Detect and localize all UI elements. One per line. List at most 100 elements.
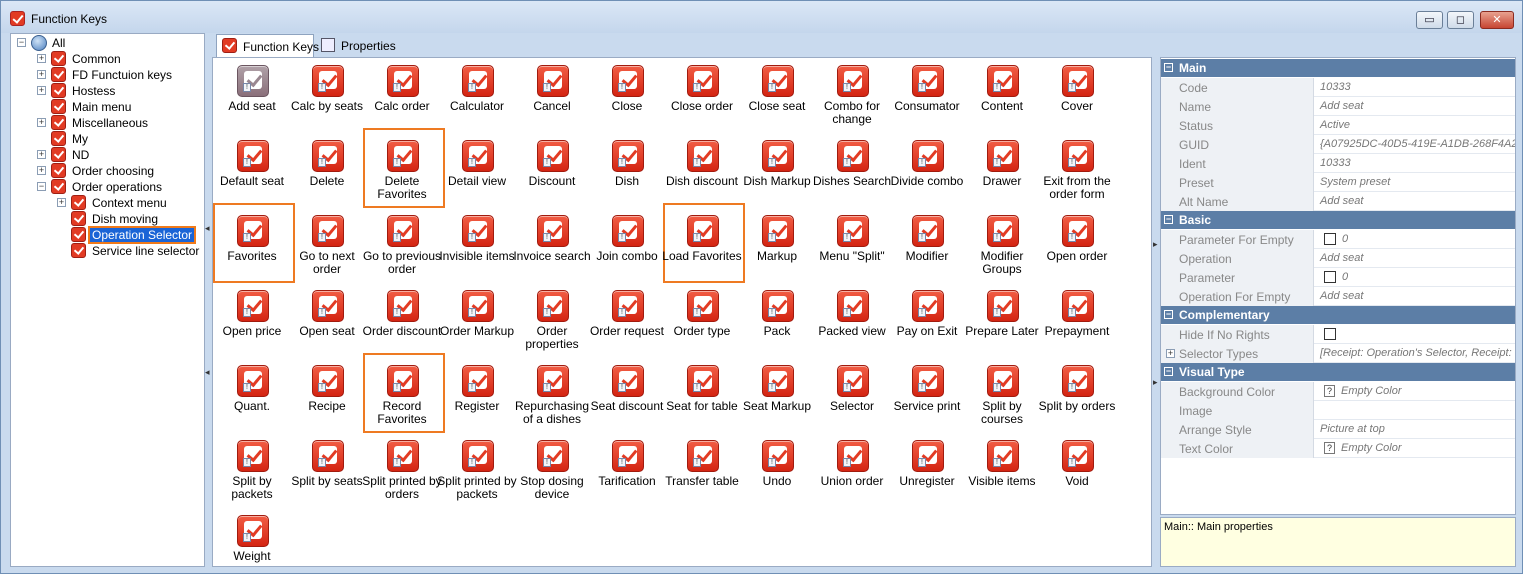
function-key-record-favorites[interactable]: ! Record Favorites [363,353,445,433]
function-key-quant[interactable]: ! Quant. [214,361,290,433]
function-key-dishes-search[interactable]: ! Dishes Search [813,136,891,208]
function-key-tarification[interactable]: ! Tarification [589,436,665,508]
property-grid[interactable]: − Main Code 10333 Name Add seat Status Active GU… [1160,57,1516,515]
function-key-split-by-packets[interactable]: ! Split by packets [214,436,290,508]
expand-icon[interactable]: + [1166,349,1175,358]
function-key-close[interactable]: ! Close [589,61,665,133]
function-key-visible-items[interactable]: ! Visible items [964,436,1040,508]
function-key-divide-combo[interactable]: ! Divide combo [889,136,965,208]
property-value[interactable] [1317,325,1515,344]
function-key-stop-dosing-device[interactable]: ! Stop dosing device [514,436,590,508]
property-row-arrange-style[interactable]: Arrange Style Picture at top [1161,420,1515,439]
color-swatch-icon[interactable]: ? [1324,442,1335,454]
function-key-markup[interactable]: ! Markup [739,211,815,283]
property-row-hide-if-no-rights[interactable]: Hide If No Rights [1161,325,1515,344]
property-value[interactable]: Add seat [1317,249,1515,268]
function-key-order-request[interactable]: ! Order request [589,286,665,358]
property-value[interactable]: 10333 [1317,78,1515,97]
function-key-close-order[interactable]: ! Close order [664,61,740,133]
expand-icon[interactable]: + [37,150,46,159]
property-value[interactable]: ? Empty Color [1317,439,1515,458]
function-key-transfer-table[interactable]: ! Transfer table [664,436,740,508]
function-key-seat-markup[interactable]: ! Seat Markup [739,361,815,433]
function-key-order-markup[interactable]: ! Order Markup [439,286,515,358]
property-row-operation[interactable]: Operation Add seat [1161,249,1515,268]
expand-icon[interactable]: + [37,86,46,95]
collapse-icon[interactable]: − [37,182,46,191]
property-category-basic[interactable]: − Basic [1161,211,1515,229]
collapse-left-icon[interactable]: ◂ [205,223,210,234]
function-key-void[interactable]: ! Void [1039,436,1115,508]
tab-properties[interactable]: Properties [318,34,398,56]
maximize-button[interactable]: ◻ [1447,11,1474,29]
function-key-delete-favorites[interactable]: ! Delete Favorites [363,128,445,208]
function-key-open-price[interactable]: ! Open price [214,286,290,358]
property-value[interactable]: Add seat [1317,287,1515,306]
property-row-alt-name[interactable]: Alt Name Add seat [1161,192,1515,211]
function-key-split-by-orders[interactable]: ! Split by orders [1039,361,1115,433]
function-key-weight[interactable]: ! Weight [214,511,290,566]
function-key-content[interactable]: ! Content [964,61,1040,133]
property-value[interactable]: Active [1317,116,1515,135]
color-swatch-icon[interactable]: ? [1324,385,1335,397]
function-key-dish-markup[interactable]: ! Dish Markup [739,136,815,208]
collapse-icon[interactable]: − [1164,310,1173,319]
function-key-invisible-items[interactable]: ! Invisible items [439,211,515,283]
collapse-icon[interactable]: − [17,38,26,47]
function-key-add-seat[interactable]: ! Add seat [214,61,290,133]
function-key-order-discount[interactable]: ! Order discount [363,286,441,358]
property-row-parameter[interactable]: Parameter 0 [1161,268,1515,287]
property-row-text-color[interactable]: Text Color? Empty Color [1161,439,1515,458]
function-key-recipe[interactable]: ! Recipe [289,361,365,433]
property-value[interactable]: Add seat [1317,97,1515,116]
function-key-order-properties[interactable]: ! Order properties [514,286,590,358]
property-category-complementary[interactable]: − Complementary [1161,306,1515,324]
function-key-close-seat[interactable]: ! Close seat [739,61,815,133]
property-category-visual-type[interactable]: − Visual Type [1161,363,1515,381]
property-value[interactable]: 0 [1317,268,1515,287]
function-key-detail-view[interactable]: ! Detail view [439,136,515,208]
function-key-modifier[interactable]: ! Modifier [889,211,965,283]
property-value[interactable]: Add seat [1317,192,1515,211]
function-key-split-printed-by-orders[interactable]: ! Split printed by orders [362,436,442,508]
tab-function-keys[interactable]: Function Keys [216,34,319,57]
function-key-repurchasing-of-a-dishes[interactable]: ! Repurchasing of a dishes [514,361,590,433]
function-key-favorites[interactable]: ! Favorites [213,203,295,283]
function-key-cover[interactable]: ! Cover [1039,61,1115,133]
function-key-dish[interactable]: ! Dish [589,136,665,208]
function-key-seat-for-table[interactable]: ! Seat for table [664,361,740,433]
function-key-order-type[interactable]: ! Order type [664,286,740,358]
function-key-selector[interactable]: ! Selector [814,361,890,433]
expand-icon[interactable]: + [37,166,46,175]
property-row-selector-types[interactable]: Selector Types + [Receipt: Operation's Sel… [1161,344,1515,363]
property-value[interactable]: System preset [1317,173,1515,192]
function-key-unregister[interactable]: ! Unregister [889,436,965,508]
function-key-split-by-courses[interactable]: ! Split by courses [964,361,1040,433]
checkbox[interactable] [1324,271,1336,284]
property-row-operation-for-empty[interactable]: Operation For Empty Add seat [1161,287,1515,306]
function-key-discount[interactable]: ! Discount [514,136,590,208]
function-key-invoice-search[interactable]: ! Invoice search [513,211,591,283]
function-key-combo-for-change[interactable]: ! Combo for change [814,61,890,133]
function-key-delete[interactable]: ! Delete [289,136,365,208]
collapse-icon[interactable]: − [1164,367,1173,376]
function-key-register[interactable]: ! Register [439,361,515,433]
expand-icon[interactable]: + [37,54,46,63]
function-key-load-favorites[interactable]: ! Load Favorites [662,203,745,283]
expand-icon[interactable]: + [57,198,66,207]
function-key-union-order[interactable]: ! Union order [814,436,890,508]
property-row-background-color[interactable]: Background Color? Empty Color [1161,382,1515,401]
property-value[interactable]: ? Empty Color [1317,382,1515,401]
function-key-split-printed-by-packets[interactable]: ! Split printed by packets [437,436,517,508]
function-key-pay-on-exit[interactable]: ! Pay on Exit [889,286,965,358]
property-row-guid[interactable]: GUID {A07925DC-40D5-419E-A1DB-268F4A2E [1161,135,1515,154]
collapse-icon[interactable]: − [1164,215,1173,224]
property-row-image[interactable]: Image [1161,401,1515,420]
function-key-modifier-groups[interactable]: ! Modifier Groups [964,211,1040,283]
function-key-open-order[interactable]: ! Open order [1039,211,1115,283]
function-key-service-print[interactable]: ! Service print [889,361,965,433]
function-key-pack[interactable]: ! Pack [739,286,815,358]
collapse-left-icon[interactable]: ◂ [205,367,210,378]
function-key-split-by-seats[interactable]: ! Split by seats [289,436,365,508]
collapse-icon[interactable]: − [1164,63,1173,72]
